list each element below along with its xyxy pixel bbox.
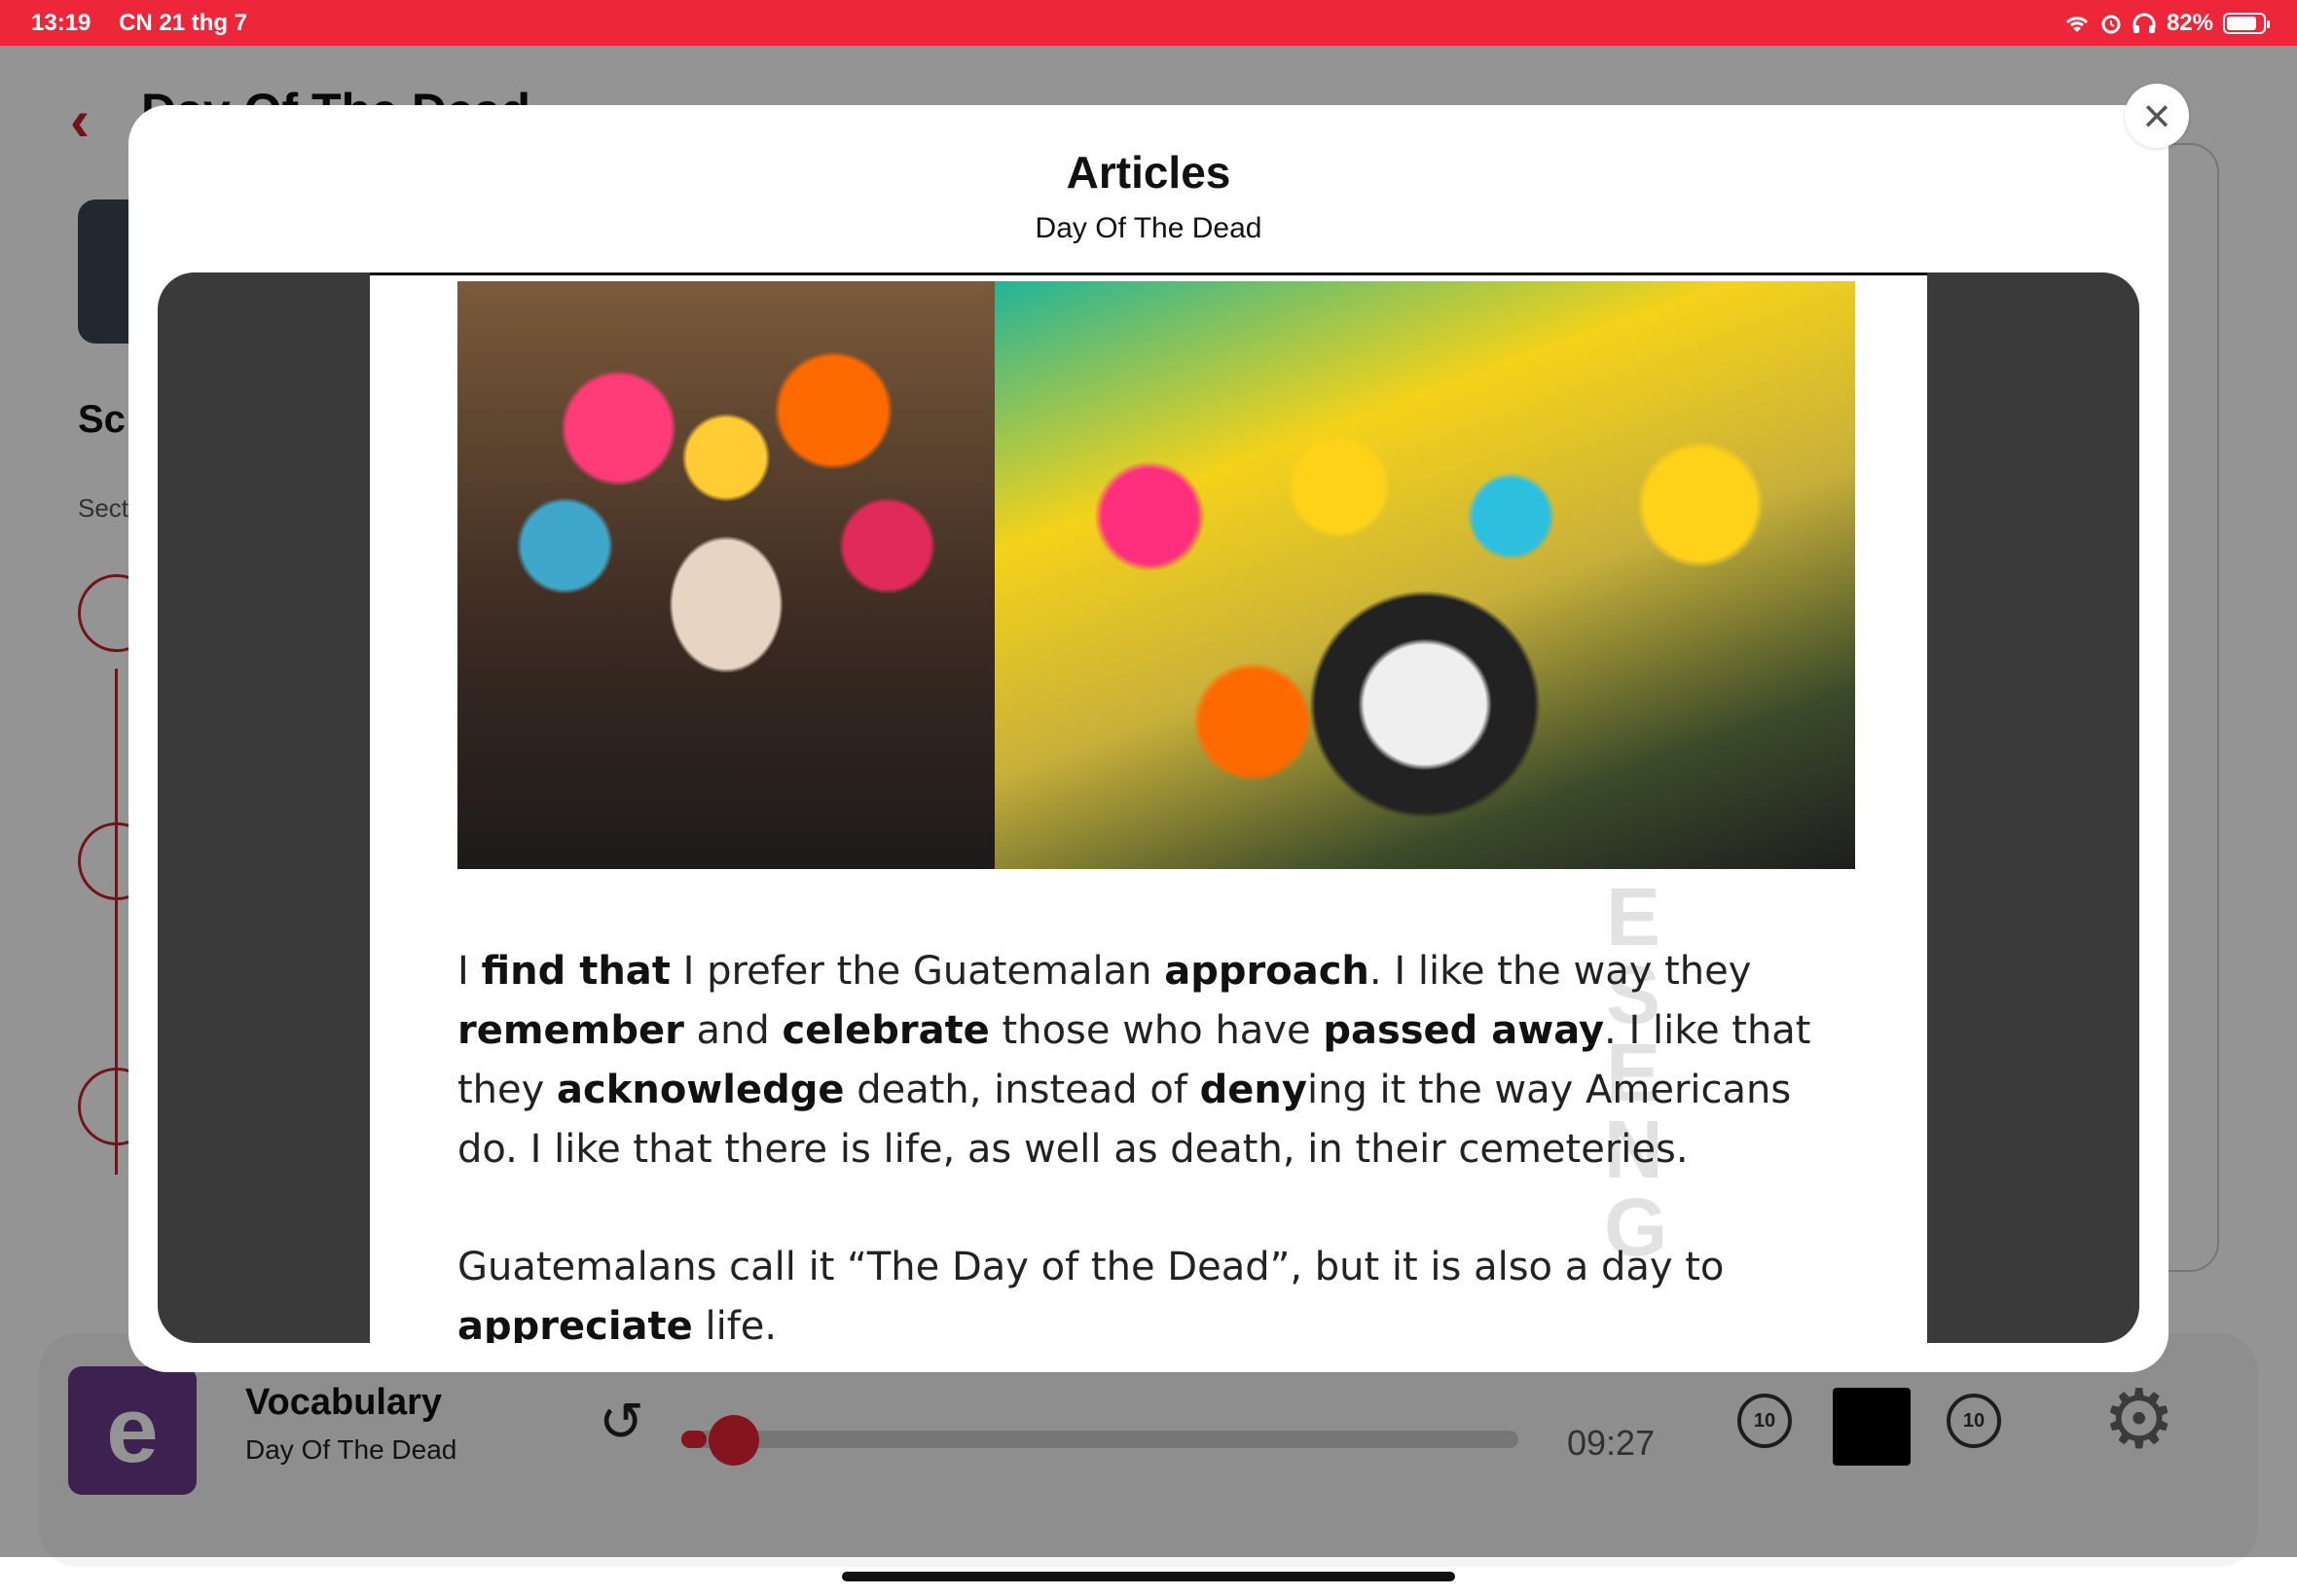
vocabulary-word[interactable]: find that [482,949,671,994]
article-paragraph: I find that I prefer the Guatemalan appr… [457,942,1859,1179]
close-icon[interactable]: × [2125,84,2189,148]
article-text-run: and [683,1008,783,1053]
vocabulary-word[interactable]: appreciate [457,1304,693,1343]
battery-icon [2223,12,2270,34]
status-time: 13:19 [31,9,91,36]
article-viewer[interactable]: ESENG I find that I prefer the Guatemala… [158,272,2139,1343]
article-text-run: life. [692,1304,778,1343]
vocabulary-word[interactable]: acknowledge [557,1068,844,1112]
status-bar: 13:19 CN 21 thg 7 82% [0,0,2297,46]
status-date: CN 21 thg 7 [119,9,248,36]
catrina-photo-skeleton [995,281,1855,869]
article-text-run: I [457,949,482,994]
battery-percent: 82% [2166,9,2213,36]
home-indicator[interactable] [842,1572,1455,1581]
articles-modal: Articles Day Of The Dead ESENG I find th… [128,105,2169,1372]
article-text-run: those who have [989,1008,1324,1053]
modal-title: Articles [1066,147,1231,198]
modal-subtitle: Day Of The Dead [1035,212,1262,244]
headphones-icon [2133,13,2156,33]
catrina-photo-woman [457,281,995,869]
article-body: I find that I prefer the Guatemalan appr… [457,942,1859,1343]
vocabulary-word[interactable]: passed away [1323,1008,1604,1053]
article-text-run: . I like the way they [1368,949,1752,994]
article-photos [457,281,1855,869]
article-paragraph: Guatemalans call it “The Day of the Dead… [457,1238,1859,1343]
wifi-icon [2065,16,2089,32]
vocabulary-word[interactable]: celebrate [783,1008,990,1053]
vocabulary-word[interactable]: remember [457,1008,684,1053]
vocabulary-word[interactable]: approach [1164,949,1369,994]
article-page[interactable]: ESENG I find that I prefer the Guatemala… [370,272,1927,1343]
alarm-icon [2101,15,2121,33]
vocabulary-word[interactable]: deny [1200,1068,1307,1112]
article-text-run: death, instead of [844,1068,1200,1112]
article-text-run: Guatemalans call it “The Day of the Dead… [457,1245,1725,1289]
article-text-run: I prefer the Guatemalan [670,949,1165,994]
